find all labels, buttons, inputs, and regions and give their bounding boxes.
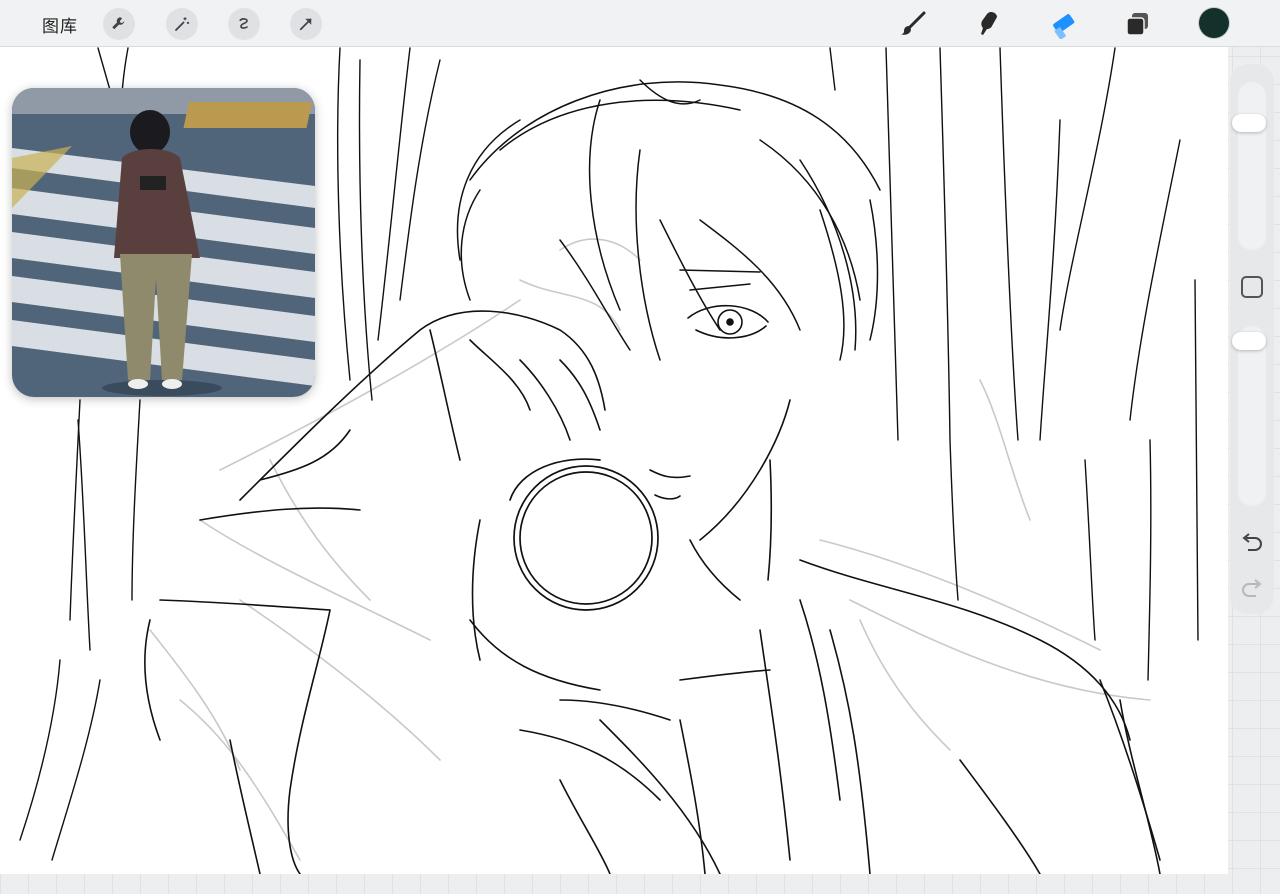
- top-toolbar: 图库: [0, 0, 1280, 47]
- side-toolbar: [1230, 64, 1274, 614]
- brush-icon[interactable]: [897, 8, 929, 40]
- modify-button[interactable]: [1241, 276, 1263, 298]
- brush-size-slider[interactable]: [1238, 82, 1266, 250]
- opacity-handle[interactable]: [1232, 332, 1266, 350]
- selection-icon[interactable]: [228, 8, 260, 40]
- eraser-icon[interactable]: [1047, 8, 1079, 40]
- brush-size-handle[interactable]: [1232, 114, 1266, 132]
- gallery-button[interactable]: 图库: [42, 12, 78, 37]
- redo-icon[interactable]: [1239, 578, 1265, 600]
- layers-icon[interactable]: [1122, 8, 1154, 40]
- reference-photo: [12, 88, 315, 397]
- wrench-icon[interactable]: [103, 8, 135, 40]
- smudge-icon[interactable]: [972, 8, 1004, 40]
- undo-icon[interactable]: [1239, 532, 1265, 554]
- transform-arrow-icon[interactable]: [290, 8, 322, 40]
- color-picker[interactable]: [1199, 8, 1229, 38]
- reference-image-window[interactable]: [12, 88, 315, 397]
- magic-wand-icon[interactable]: [166, 8, 198, 40]
- opacity-slider[interactable]: [1238, 326, 1266, 506]
